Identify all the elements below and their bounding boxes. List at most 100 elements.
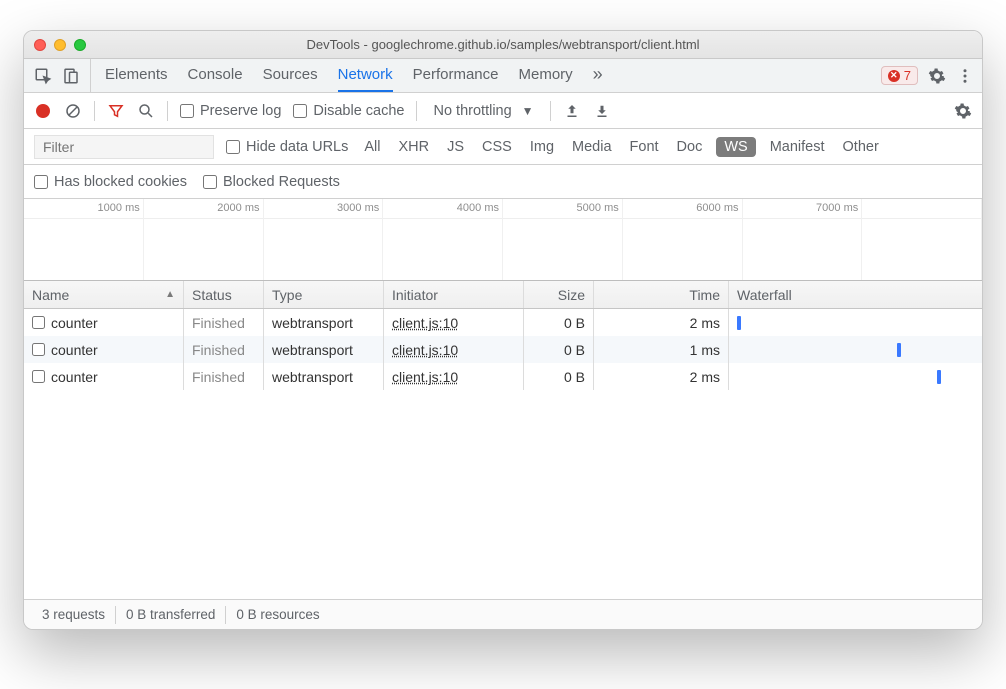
disable-cache-label: Disable cache [313,103,404,119]
has-blocked-cookies-checkbox[interactable]: Has blocked cookies [34,174,187,190]
table-row[interactable]: counterFinishedwebtransportclient.js:100… [24,309,982,336]
disable-cache-checkbox[interactable]: Disable cache [293,103,404,119]
timeline-tick: 2000 ms [144,199,264,218]
column-header-status[interactable]: Status [184,281,264,308]
download-har-icon[interactable] [593,102,611,120]
tab-network[interactable]: Network [338,59,393,92]
cell-name: counter [24,336,184,363]
column-name-label: Name [32,287,69,303]
has-blocked-cookies-label: Has blocked cookies [54,174,187,190]
devtools-window: DevTools - googlechrome.github.io/sample… [23,30,983,630]
timeline-tick: 6000 ms [623,199,743,218]
cell-time: 1 ms [594,336,729,363]
cell-size: 0 B [524,309,594,336]
tab-performance[interactable]: Performance [413,59,499,92]
device-toolbar-icon[interactable] [62,67,80,85]
settings-gear-icon[interactable] [928,67,946,85]
row-checkbox[interactable] [32,316,45,329]
column-header-size[interactable]: Size [524,281,594,308]
network-toolbar: Preserve log Disable cache No throttling… [24,93,982,129]
more-tabs-button[interactable]: » [593,59,603,92]
network-settings-gear-icon[interactable] [954,102,972,120]
separator [167,101,168,121]
request-name: counter [51,369,98,385]
initiator-link[interactable]: client.js:10 [392,342,458,358]
table-row[interactable]: counterFinishedwebtransportclient.js:100… [24,336,982,363]
hide-data-urls-checkbox[interactable]: Hide data URLs [226,139,348,155]
type-filter-all[interactable]: All [360,137,384,157]
hide-data-urls-input[interactable] [226,140,240,154]
type-filter-other[interactable]: Other [839,137,883,157]
error-count-badge[interactable]: ✕ 7 [881,66,918,85]
tabs-right-cluster: ✕ 7 [881,59,982,92]
waterfall-bar [937,370,941,384]
separator [94,101,95,121]
column-header-initiator[interactable]: Initiator [384,281,524,308]
inspect-element-icon[interactable] [34,67,52,85]
requests-table-header: Name ▲ Status Type Initiator Size Time W… [24,281,982,309]
preserve-log-input[interactable] [180,104,194,118]
tab-console[interactable]: Console [188,59,243,92]
status-transferred: 0 B transferred [116,607,225,622]
status-bar: 3 requests 0 B transferred 0 B resources [24,599,982,629]
tab-elements[interactable]: Elements [105,59,168,92]
search-icon[interactable] [137,102,155,120]
blocked-requests-checkbox[interactable]: Blocked Requests [203,174,340,190]
timeline-tick: 1000 ms [24,199,144,218]
caret-down-icon: ▼ [522,104,534,118]
column-header-name[interactable]: Name ▲ [24,281,184,308]
tab-sources[interactable]: Sources [263,59,318,92]
upload-har-icon[interactable] [563,102,581,120]
has-blocked-cookies-input[interactable] [34,175,48,189]
cell-type: webtransport [264,309,384,336]
preserve-log-label: Preserve log [200,103,281,119]
cell-time: 2 ms [594,363,729,390]
cell-initiator: client.js:10 [384,309,524,336]
cell-initiator: client.js:10 [384,336,524,363]
type-filter-ws[interactable]: WS [716,137,755,157]
type-filter-css[interactable]: CSS [478,137,516,157]
request-name: counter [51,342,98,358]
column-header-type[interactable]: Type [264,281,384,308]
filter-bar-secondary: Has blocked cookies Blocked Requests [24,165,982,199]
disable-cache-input[interactable] [293,104,307,118]
row-checkbox[interactable] [32,343,45,356]
cell-status: Finished [184,309,264,336]
preserve-log-checkbox[interactable]: Preserve log [180,103,281,119]
kebab-menu-icon[interactable] [956,67,974,85]
type-filter-font[interactable]: Font [626,137,663,157]
filter-input[interactable] [34,135,214,159]
row-checkbox[interactable] [32,370,45,383]
record-button[interactable] [34,102,52,120]
waterfall-bar [897,343,901,357]
blocked-requests-input[interactable] [203,175,217,189]
column-header-time[interactable]: Time [594,281,729,308]
type-filter-js[interactable]: JS [443,137,468,157]
table-row[interactable]: counterFinishedwebtransportclient.js:100… [24,363,982,390]
sort-asc-icon: ▲ [165,289,175,300]
cell-waterfall [729,336,982,363]
tab-memory[interactable]: Memory [519,59,573,92]
requests-table-body[interactable]: counter Finishedwebtransport client.js:10 0… [24,309,982,599]
throttling-selector[interactable]: No throttling ▼ [429,103,537,119]
filter-icon[interactable] [107,102,125,120]
clear-icon[interactable] [64,102,82,120]
cell-type: webtransport [264,336,384,363]
column-header-waterfall[interactable]: Waterfall [729,281,982,308]
waterfall-bar [737,316,741,330]
timeline-tick: 3000 ms [264,199,384,218]
separator [416,101,417,121]
status-requests: 3 requests [32,607,115,622]
type-filter-xhr[interactable]: XHR [394,137,433,157]
titlebar[interactable]: DevTools - googlechrome.github.io/sample… [24,31,982,59]
initiator-link[interactable]: client.js:10 [392,315,458,331]
cell-type: webtransport [264,363,384,390]
type-filter-img[interactable]: Img [526,137,558,157]
filter-bar: Hide data URLs All XHR JS CSS Img Media Font Do… [24,129,982,165]
type-filter-media[interactable]: Media [568,137,616,157]
timeline-tick: 5000 ms [503,199,623,218]
initiator-link[interactable]: client.js:10 [392,369,458,385]
type-filter-doc[interactable]: Doc [673,137,707,157]
timeline-overview[interactable]: 1000 ms2000 ms3000 ms4000 ms5000 ms6000 … [24,199,982,281]
type-filter-manifest[interactable]: Manifest [766,137,829,157]
